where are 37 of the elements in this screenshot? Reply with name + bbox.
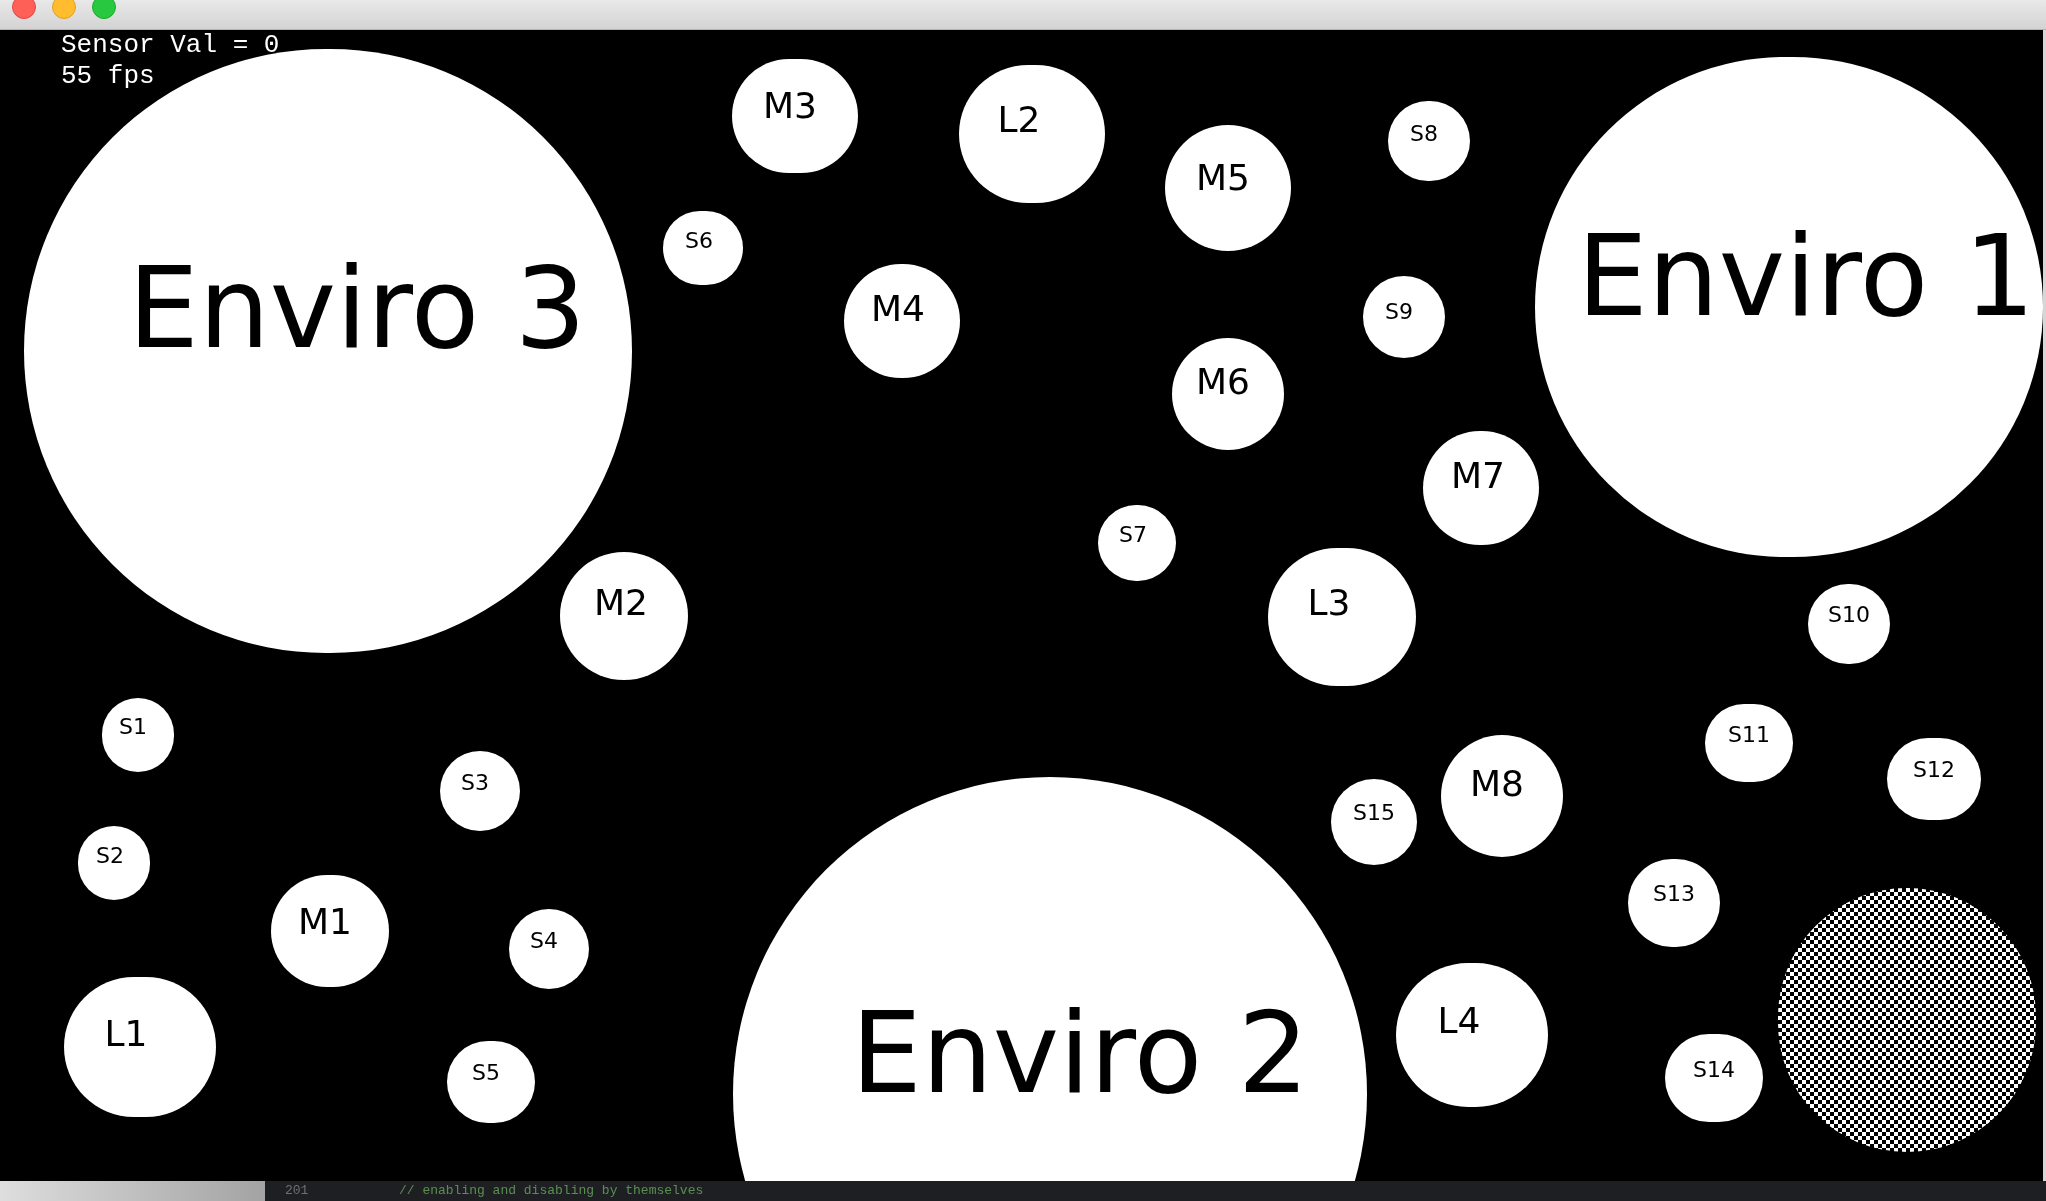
line-number: 201 <box>285 1182 310 1200</box>
code-comment: // enabling and disabling by themselves <box>399 1182 704 1200</box>
overlay-text: 55 fps <box>61 61 156 92</box>
node-label: S6 <box>685 231 713 251</box>
node-label: S2 <box>96 846 124 866</box>
node-label: M7 <box>1451 460 1505 492</box>
node-label: M1 <box>298 906 352 938</box>
node-label: S1 <box>119 717 147 737</box>
minimize-icon[interactable] <box>52 0 76 19</box>
node-label: S5 <box>472 1063 500 1083</box>
close-icon[interactable] <box>12 0 36 19</box>
node-label: M6 <box>1196 366 1250 398</box>
node-label: L2 <box>997 104 1041 136</box>
node-label: S8 <box>1410 124 1438 144</box>
zoom-icon[interactable] <box>92 0 116 19</box>
node-label: M4 <box>871 293 925 325</box>
node-label: S4 <box>530 931 558 951</box>
node-label: M3 <box>763 90 817 122</box>
node-label: S15 <box>1353 803 1395 823</box>
node-label: S3 <box>461 773 489 793</box>
node-label: S14 <box>1693 1060 1735 1080</box>
node-label: M5 <box>1196 162 1250 194</box>
node-label: Enviro 1 <box>1576 229 2036 325</box>
node-label: S9 <box>1385 302 1413 322</box>
node-label: S7 <box>1119 525 1147 545</box>
node-label: M2 <box>594 587 648 619</box>
node-label: S12 <box>1913 760 1955 780</box>
node-label: Enviro 2 <box>850 1006 1310 1102</box>
overlay-text: Sensor Val = 0 <box>61 30 280 61</box>
node-label: S10 <box>1828 605 1870 625</box>
node-label: L3 <box>1307 587 1351 619</box>
node-label: L1 <box>104 1018 148 1050</box>
node-label: S13 <box>1653 884 1695 904</box>
node-label: M8 <box>1470 768 1524 800</box>
node-label: Enviro 3 <box>127 261 587 357</box>
node-label: S11 <box>1728 725 1770 745</box>
node-label: L4 <box>1437 1005 1481 1037</box>
